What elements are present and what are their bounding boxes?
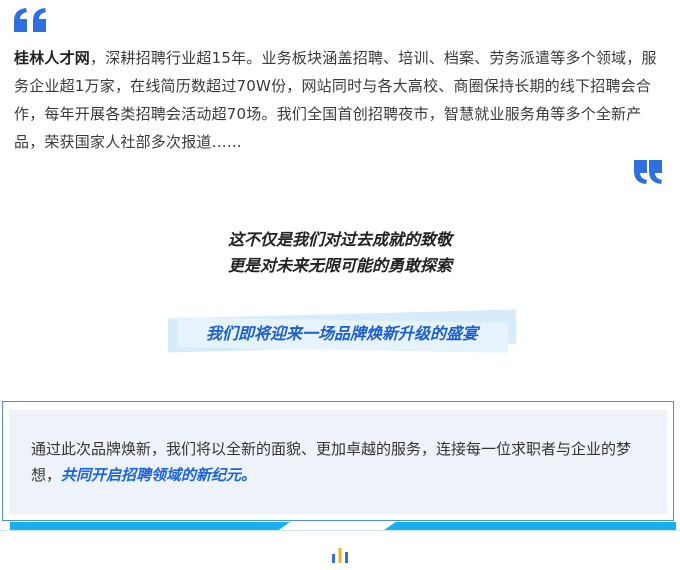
summary-card: 通过此次品牌焕新，我们将以全新的面貌、更加卓越的服务，连接每一位求职者与企业的梦… <box>2 401 674 521</box>
slogan-line-1: 这不仅是我们对过去成就的致敬 <box>227 230 452 249</box>
decor-stripe-left <box>10 522 290 530</box>
banner-text: 我们即将迎来一场品牌焕新升级的盛宴 <box>205 324 478 343</box>
summary-card-inner: 通过此次品牌焕新，我们将以全新的面貌、更加卓越的服务，连接每一位求职者与企业的梦… <box>9 410 667 514</box>
quote-close-icon <box>634 160 662 184</box>
summary-highlight: 共同开启招聘领域的新纪元。 <box>61 466 257 484</box>
brand-name: 桂林人才网 <box>14 49 91 67</box>
summary-text: 通过此次品牌焕新，我们将以全新的面貌、更加卓越的服务，连接每一位求职者与企业的梦… <box>31 436 651 488</box>
intro-text: ，深耕招聘行业超15年。业务板块涵盖招聘、培训、档案、劳务派遣等多个领域，服务企… <box>14 49 657 151</box>
quote-open-icon <box>14 8 46 32</box>
intro-paragraph: 桂林人才网，深耕招聘行业超15年。业务板块涵盖招聘、培训、档案、劳务派遣等多个领… <box>14 44 668 156</box>
decor-stripe-right <box>384 522 676 530</box>
bar-chart-icon <box>332 548 348 563</box>
brand-upgrade-banner: 我们即将迎来一场品牌焕新升级的盛宴 <box>168 306 516 356</box>
decor-baseline <box>0 530 680 531</box>
slogan-line-2: 更是对未来无限可能的勇敢探索 <box>227 256 452 275</box>
